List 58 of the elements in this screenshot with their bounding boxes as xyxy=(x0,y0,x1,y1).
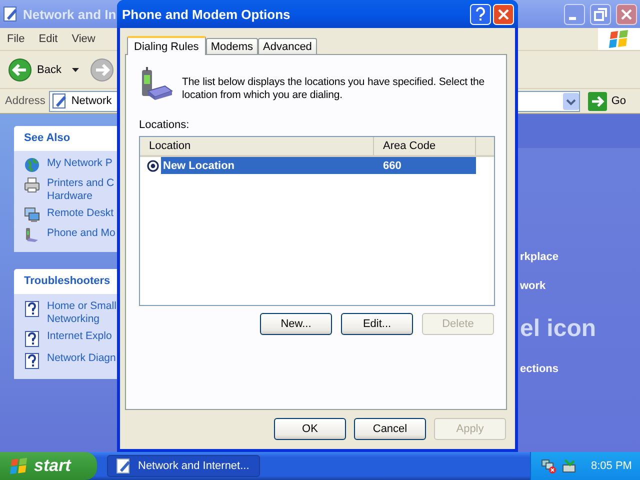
table-cell[interactable]: 660 xyxy=(374,157,476,174)
column-header[interactable]: Location xyxy=(140,137,374,155)
panel-link[interactable]: Home or Small Networking xyxy=(47,300,116,326)
help-icon xyxy=(24,352,40,370)
description-text: The list below displays the locations you have specified. Select the location from which you are dialing. xyxy=(182,76,486,102)
computer-icon xyxy=(24,207,40,223)
address-label: Address xyxy=(5,95,46,107)
task-link[interactable]: work xyxy=(520,280,546,292)
panel-link[interactable]: Remote Deskt xyxy=(47,207,114,220)
dropdown-button[interactable] xyxy=(563,92,580,110)
close-button[interactable] xyxy=(616,4,637,24)
globe-icon xyxy=(24,157,40,173)
folder-icon xyxy=(116,458,132,474)
task-link[interactable]: ections xyxy=(520,363,559,375)
help-icon xyxy=(24,330,40,348)
go-button[interactable]: Go xyxy=(584,92,638,110)
section-heading: el icon xyxy=(520,315,596,343)
tab[interactable]: Modems xyxy=(206,38,258,54)
window-title: Network and In xyxy=(23,6,116,22)
folder-icon xyxy=(3,6,19,22)
column-header[interactable]: Area Code xyxy=(374,137,476,155)
panel-link[interactable]: Network Diagn xyxy=(47,352,116,365)
network-icon[interactable] xyxy=(561,458,577,474)
minimize-button[interactable] xyxy=(564,4,585,24)
menu-item[interactable]: View xyxy=(64,33,102,45)
caret-icon[interactable] xyxy=(72,68,80,72)
printer-icon xyxy=(24,177,40,193)
dialog-title: Phone and Modem Options xyxy=(122,6,292,22)
taskbar-button[interactable]: Network and Internet... xyxy=(107,455,260,477)
ok-button[interactable]: OK xyxy=(274,418,346,440)
cancel-button[interactable]: Cancel xyxy=(354,418,426,440)
menu-item[interactable]: File xyxy=(0,33,32,45)
task-link[interactable]: rkplace xyxy=(520,251,559,263)
help-icon xyxy=(24,300,40,318)
clock: 8:05 PM xyxy=(591,460,632,472)
forward-icon[interactable] xyxy=(90,58,114,82)
menu-item[interactable]: Edit xyxy=(32,33,65,45)
network-error-icon[interactable] xyxy=(541,458,557,474)
windows-logo-icon xyxy=(608,29,630,49)
panel-link[interactable]: Phone and Mo xyxy=(47,227,116,240)
edit-button[interactable]: Edit... xyxy=(341,313,413,335)
tab[interactable]: Advanced xyxy=(258,38,317,54)
tab[interactable]: Dialing Rules xyxy=(127,36,206,55)
windows-logo-icon xyxy=(9,457,29,475)
phone-icon xyxy=(24,227,40,243)
restore-button[interactable] xyxy=(590,4,611,24)
help-button[interactable] xyxy=(470,4,491,24)
location-marker-icon xyxy=(147,160,159,172)
back-icon[interactable] xyxy=(8,58,32,82)
back-button[interactable]: Back xyxy=(37,64,62,76)
table-cell[interactable]: New Location xyxy=(161,157,374,174)
new-button[interactable]: New... xyxy=(260,313,332,335)
panel-link[interactable]: Printers and C Hardware xyxy=(47,177,114,203)
panel-link[interactable]: Internet Explo xyxy=(47,330,112,343)
panel-link[interactable]: My Network P xyxy=(47,157,112,170)
folder-icon xyxy=(52,93,68,109)
start-button[interactable]: start xyxy=(0,452,97,480)
phone-modem-icon xyxy=(139,67,173,103)
